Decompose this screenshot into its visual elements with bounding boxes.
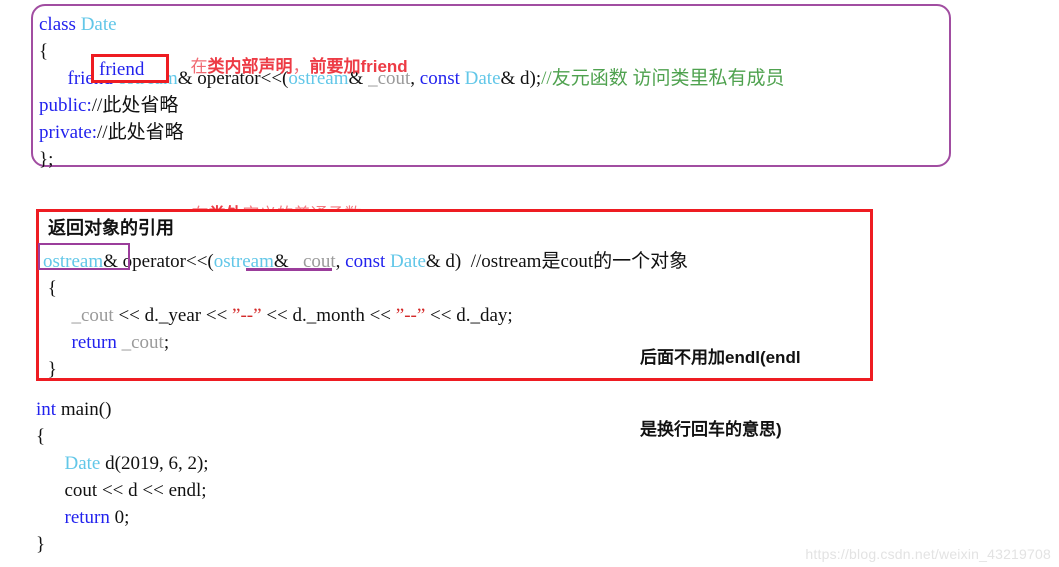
func-code-token: ”--” [395,305,426,326]
class-declaration-box: class Date{ friend ostream& operator<<(o… [31,4,951,170]
func-code-token: _cout [121,332,164,353]
main-code-token: int [36,399,61,420]
func-code-token: return [71,332,122,353]
annotation-inside-bold1: 类内部声明 [207,57,293,76]
func-code-line: _cout << d._year << ”--” << d._month << … [43,302,688,329]
func-code-line: { [43,275,688,302]
func-code-token: _month [306,305,365,326]
main-code-token: main() [60,399,112,420]
func-code-token: << [201,305,233,326]
annotation-inside-prefix: 在 [190,57,208,76]
class-code-token: , [410,68,420,89]
class-code-token: //友元函数 访问类里私有成员 [541,68,785,89]
annotation-inside-bold2: 前要加friend [309,57,408,76]
func-code-token: << d. [113,305,159,326]
friend-keyword-highlight-box: friend [91,54,169,83]
func-code-token: & d) [425,251,471,272]
class-code-token: Date [80,14,117,35]
function-code-lines: ostream& operator<<(ostream& _cout, cons… [43,248,688,383]
class-code-token: private: [39,122,98,143]
class-code-line: class Date [39,11,784,38]
func-code-line: } [43,356,688,383]
main-code-line: int main() [36,396,209,423]
class-code-token: //此处省略 [97,122,184,143]
func-code-token: } [43,359,57,380]
annotation-declare-inside-class: 在类内部声明，前要加friend [181,34,408,78]
main-code-token: d(2019, 6, 2); [100,453,209,474]
ostream-return-type-highlight-box [38,243,130,270]
annotation-endl-line1: 后面不用加endl(endl [640,348,801,367]
func-code-token: << d. [261,305,307,326]
func-code-token: //ostream是cout的一个对象 [470,251,689,272]
func-code-token: ”--” [232,305,262,326]
class-code-token: //此处省略 [91,95,179,116]
func-code-token: { [43,278,57,299]
return-reference-heading: 返回对象的引用 [48,218,174,238]
class-code-token: { [39,41,49,62]
main-code-token: cout << d << endl; [36,480,207,501]
func-code-token: _year [158,305,202,326]
main-code-token [36,453,65,474]
func-code-token: << [364,305,396,326]
ostream-parameter-underline [246,268,332,271]
annotation-no-endl-needed: 后面不用加endl(endl 是换行回车的意思) [640,298,801,466]
main-code-token: return [64,507,115,528]
class-code-token: const [419,68,465,89]
annotation-endl-line2: 是换行回车的意思) [640,420,782,439]
class-code-lines: class Date{ friend ostream& operator<<(o… [39,11,784,173]
func-code-line: ostream& operator<<(ostream& _cout, cons… [43,248,688,275]
class-code-token: public: [39,95,92,116]
func-code-token: const [345,251,391,272]
annotation-inside-middle: ， [292,57,310,76]
main-code-line: { [36,423,209,450]
func-code-token [43,332,72,353]
main-code-token: { [36,426,46,447]
csdn-watermark: https://blog.csdn.net/weixin_43219708 [805,546,1051,562]
main-code-line: cout << d << endl; [36,477,209,504]
func-code-token [43,305,72,326]
func-code-token: , [335,251,346,272]
main-code-token [36,507,65,528]
main-code-line: Date d(2019, 6, 2); [36,450,209,477]
func-code-token: << d. [425,305,471,326]
main-function-code-lines: int main() { Date d(2019, 6, 2); cout << … [36,396,209,558]
class-code-token: & d); [500,68,542,89]
class-code-token: }; [39,149,54,170]
func-code-line: return _cout; [43,329,688,356]
class-code-token: Date [464,68,501,89]
func-code-token: _day; [470,305,513,326]
main-code-token: } [36,534,46,555]
class-code-token: class [39,14,81,35]
main-code-line: } [36,531,209,558]
class-code-line: public://此处省略 [39,92,784,119]
class-code-line: private://此处省略 [39,119,784,146]
main-code-token: Date [64,453,101,474]
func-code-token: Date [390,251,426,272]
friend-keyword-label: friend [99,59,145,80]
func-code-token: _cout [71,305,114,326]
main-code-line: return 0; [36,504,209,531]
main-code-token: 0; [114,507,130,528]
func-code-token: ; [163,332,170,353]
class-code-line: }; [39,146,784,173]
